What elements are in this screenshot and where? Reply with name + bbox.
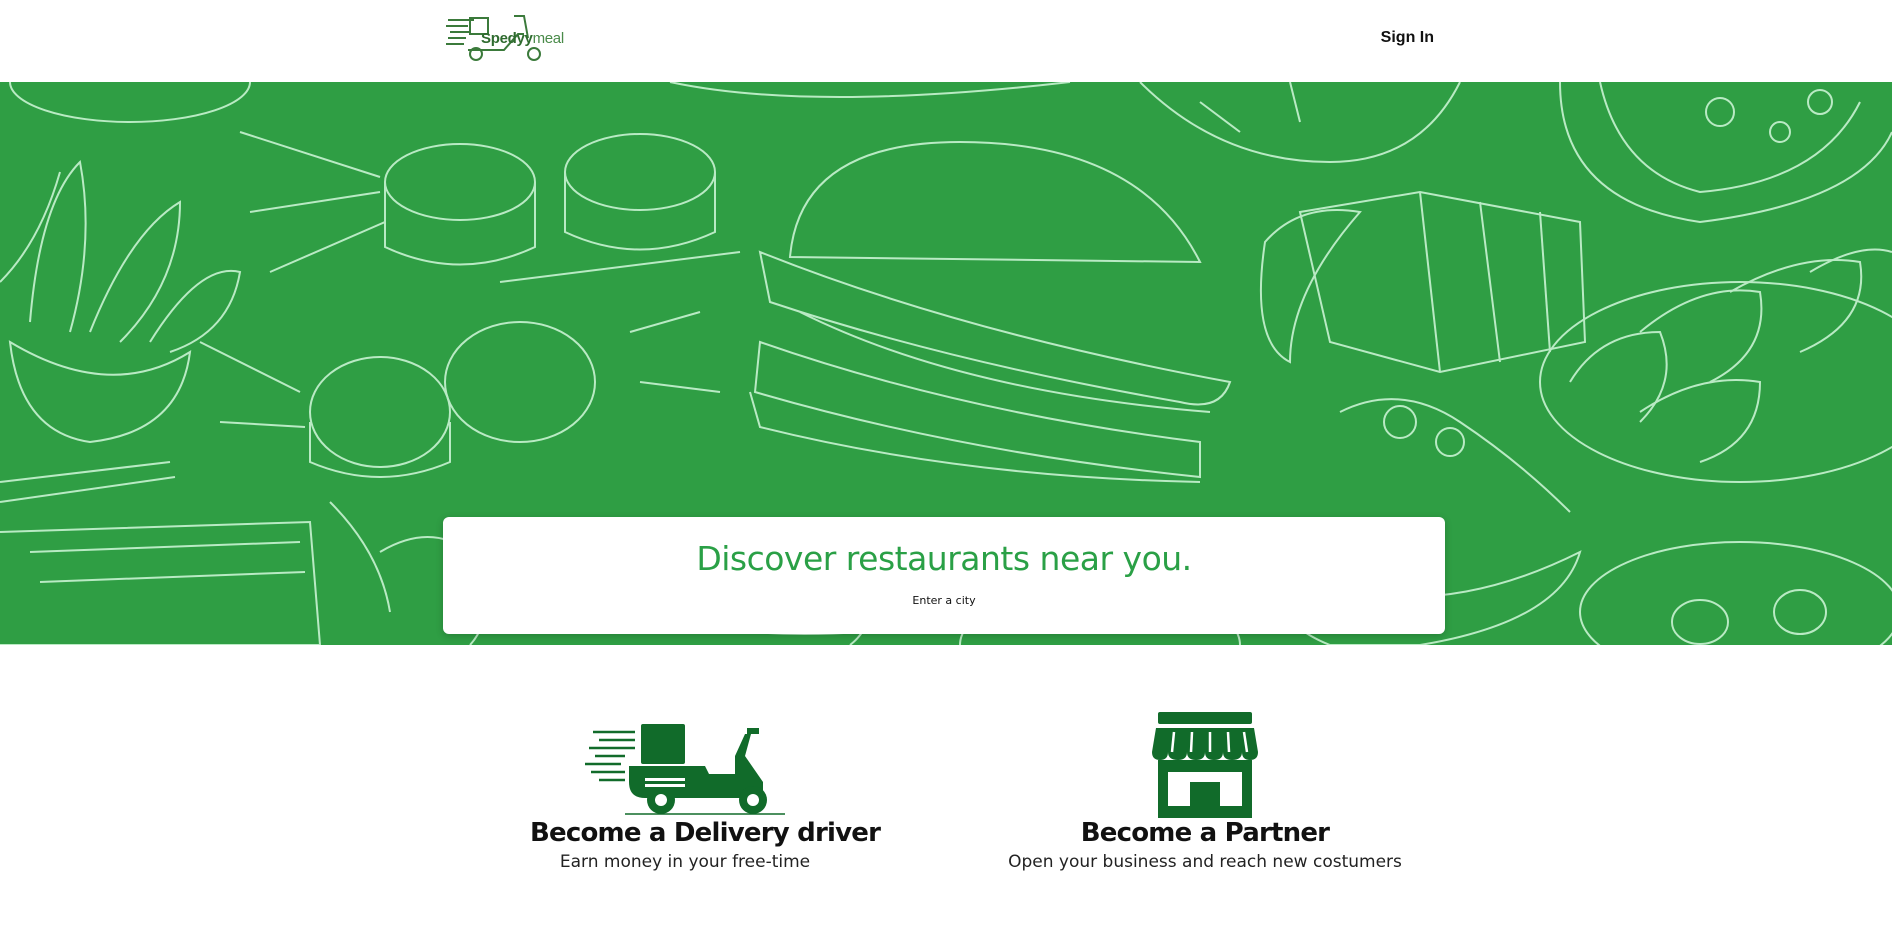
logo-wordmark: Spedyymeal — [481, 30, 564, 47]
city-search-card: Discover restaurants near you. — [443, 517, 1445, 634]
partner-card[interactable]: Become a Partner Open your business and … — [1000, 712, 1410, 872]
partner-subtitle: Open your business and reach new costume… — [1008, 852, 1402, 872]
brand-logo[interactable]: Spedyymeal — [444, 12, 574, 64]
city-search-input[interactable] — [794, 589, 1094, 611]
storefront-icon — [1000, 712, 1410, 818]
top-header: Spedyymeal Sign In — [0, 0, 1892, 82]
partner-title: Become a Partner — [1080, 818, 1330, 848]
delivery-driver-card[interactable]: Become a Delivery driver Earn money in y… — [530, 712, 881, 872]
hero-banner: Discover restaurants near you. — [0, 82, 1892, 645]
sign-in-button[interactable]: Sign In — [1370, 25, 1464, 51]
delivery-driver-title: Become a Delivery driver — [530, 818, 881, 848]
delivery-driver-subtitle: Earn money in your free-time — [559, 852, 811, 872]
delivery-scooter-icon — [530, 712, 840, 818]
hero-heading: Discover restaurants near you. — [696, 539, 1192, 578]
